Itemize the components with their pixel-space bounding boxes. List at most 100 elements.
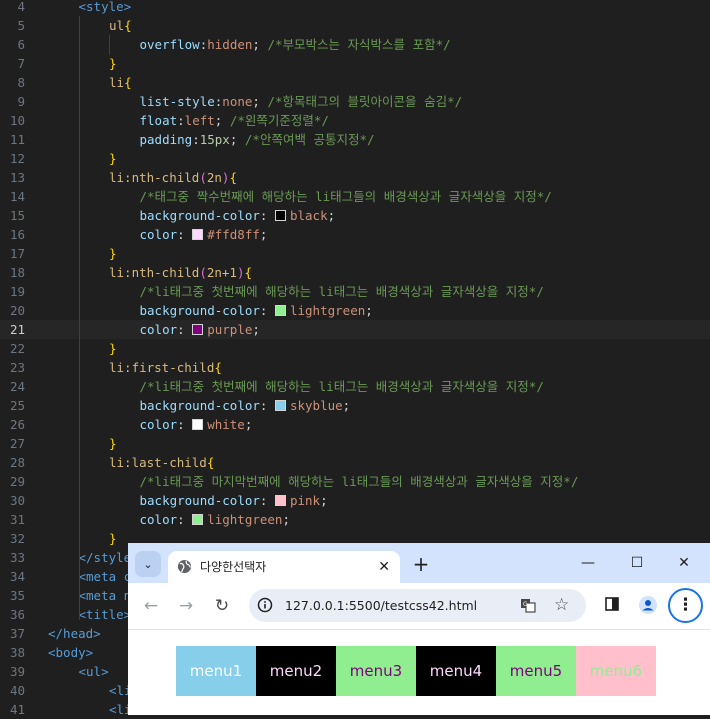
code-token: } [109,56,117,71]
line-number: 17 [9,246,25,261]
code-token: hidden [207,37,253,52]
color-swatch-icon[interactable] [274,495,286,506]
tab-search-button[interactable]: ⌄ [135,551,161,577]
line-number: 39 [9,664,25,679]
code-token: : [259,208,275,223]
code-line[interactable]: 4 <style> [0,0,710,16]
color-swatch-icon[interactable] [274,305,286,316]
code-line[interactable]: 15 background-color: black; [0,206,710,225]
code-token: background-color [139,398,260,413]
minimize-button[interactable]: — [573,551,603,575]
code-line[interactable]: 26 color: white; [0,415,710,434]
code-line[interactable]: 7} [0,54,710,73]
code-line[interactable]: 16 color: #ffd8ff; [0,225,710,244]
code-line[interactable]: 21 color: purple; [0,320,710,339]
code-token: /*li태그중 첫번째에 해당하는 li태그는 배경색상과 글자색상을 지정*/ [139,379,544,394]
kebab-menu-icon[interactable]: ⋮ [668,588,703,623]
code-line[interactable]: 23 li:first-child{ [0,358,710,377]
code-line[interactable]: 30 background-color: pink; [0,491,710,510]
code-token: { [244,265,253,280]
code-line[interactable]: 8 li{ [0,73,710,92]
code-token: pink [289,493,321,508]
code-line[interactable]: 13 li:nth-child(2n){ [0,168,710,187]
code-token: : [259,398,275,413]
url-text[interactable]: 127.0.0.1:5500/testcss42.html [285,589,477,622]
line-number: 7 [17,56,25,71]
code-text: list-style:none; /*항목태그의 블릿아이콘을 숨김*/ [140,92,463,111]
code-text: <body> [48,643,93,662]
code-line[interactable]: 25 background-color: skyblue; [0,396,710,415]
code-line[interactable]: 29 /*li태그중 마지막번째에 해당하는 li태그들의 배경색상과 글자색상을… [0,472,710,491]
back-button[interactable]: ← [136,591,166,621]
code-text: /*li태그중 마지막번째에 해당하는 li태그들의 배경색상과 글자색상을 지… [140,472,579,491]
reload-button[interactable]: ↻ [207,591,237,621]
code-text: overflow:hidden; /*부모박스는 자식박스를 포함*/ [140,35,451,54]
profile-icon[interactable] [639,596,657,614]
code-text: float:left; /*왼쪽기준정렬*/ [140,111,329,130]
code-text: color: white; [140,415,253,434]
side-panel-icon[interactable] [605,597,619,611]
code-line[interactable]: 17} [0,244,710,263]
code-token: ; [252,94,268,109]
line-number: 21 [9,322,25,337]
code-line[interactable]: 9 list-style:none; /*항목태그의 블릿아이콘을 숨김*/ [0,92,710,111]
code-text: /*태그중 짝수번째에 해당하는 li태그들의 배경색상과 글자색상을 지정*/ [140,187,552,206]
color-swatch-icon[interactable] [192,419,204,430]
new-tab-button[interactable]: + [408,551,434,577]
code-line[interactable]: 27} [0,434,710,453]
code-line[interactable]: 14 /*태그중 짝수번째에 해당하는 li태그들의 배경색상과 글자색상을 지정… [0,187,710,206]
color-swatch-icon[interactable] [192,324,204,335]
code-line[interactable]: 19 /*li태그중 첫번째에 해당하는 li태그는 배경색상과 글자색상을 지정… [0,282,710,301]
page-viewport: menu1 menu2 menu3 menu4 menu5 menu6 [128,630,710,715]
code-line[interactable]: 18 li:nth-child(2n+1){ [0,263,710,282]
code-token: ; [259,227,268,242]
code-text: /*li태그중 첫번째에 해당하는 li태그는 배경색상과 글자색상을 지정*/ [140,282,544,301]
code-line[interactable]: 22} [0,339,710,358]
code-text: li:nth-child(2n){ [109,168,237,187]
site-info-icon[interactable] [257,597,273,613]
code-token: ( [199,265,207,280]
code-token: padding [139,132,193,147]
menu-list: menu1 menu2 menu3 menu4 menu5 menu6 [176,646,656,696]
code-token: /*항목태그의 블릿아이콘을 숨김*/ [267,94,463,109]
code-line[interactable]: 31 color: lightgreen; [0,510,710,529]
code-line[interactable]: 5 ul{ [0,16,710,35]
line-number: 12 [9,151,25,166]
star-icon[interactable]: ☆ [554,589,569,622]
code-token: float [139,113,178,128]
browser-tab[interactable]: 다양한선택자 ✕ [168,551,400,583]
code-token: background-color [139,208,260,223]
code-token: /*안쪽여백 공통지정*/ [244,132,375,147]
code-text: <meta c [79,567,132,586]
color-swatch-icon[interactable] [274,400,286,411]
translate-icon[interactable]: G [520,598,536,613]
code-token: : [177,322,193,337]
color-swatch-icon[interactable] [192,514,204,525]
maximize-button[interactable]: ☐ [622,551,652,575]
code-line[interactable]: 24 /*li태그중 첫번째에 해당하는 li태그는 배경색상과 글자색상을 지정… [0,377,710,396]
code-text: </head> [48,624,101,643]
code-token: <title> [78,607,132,622]
tab-close-icon[interactable]: ✕ [378,551,390,583]
code-text: <style> [79,0,132,16]
forward-button[interactable]: → [171,591,201,621]
code-line[interactable]: 28 li:last-child{ [0,453,710,472]
line-number: 41 [9,702,25,717]
code-line[interactable]: 20 background-color: lightgreen; [0,301,710,320]
color-swatch-icon[interactable] [192,229,204,240]
address-bar[interactable]: 127.0.0.1:5500/testcss42.html G ☆ [249,589,586,622]
line-number: 24 [9,379,25,394]
code-token: skyblue [289,398,343,413]
globe-icon [177,559,192,574]
close-window-button[interactable]: ✕ [669,551,699,575]
code-text: padding:15px; /*안쪽여백 공통지정*/ [140,130,375,149]
code-token: : [192,132,200,147]
code-line[interactable]: 12} [0,149,710,168]
svg-text:G: G [523,601,528,608]
code-token: /*태그중 짝수번째에 해당하는 li태그들의 배경색상과 글자색상을 지정*/ [139,189,552,204]
code-line[interactable]: 6 overflow:hidden; /*부모박스는 자식박스를 포함*/ [0,35,710,54]
code-line[interactable]: 11 padding:15px; /*안쪽여백 공통지정*/ [0,130,710,149]
code-line[interactable]: 10 float:left; /*왼쪽기준정렬*/ [0,111,710,130]
color-swatch-icon[interactable] [274,210,286,221]
code-token: 2n+1 [206,265,237,280]
